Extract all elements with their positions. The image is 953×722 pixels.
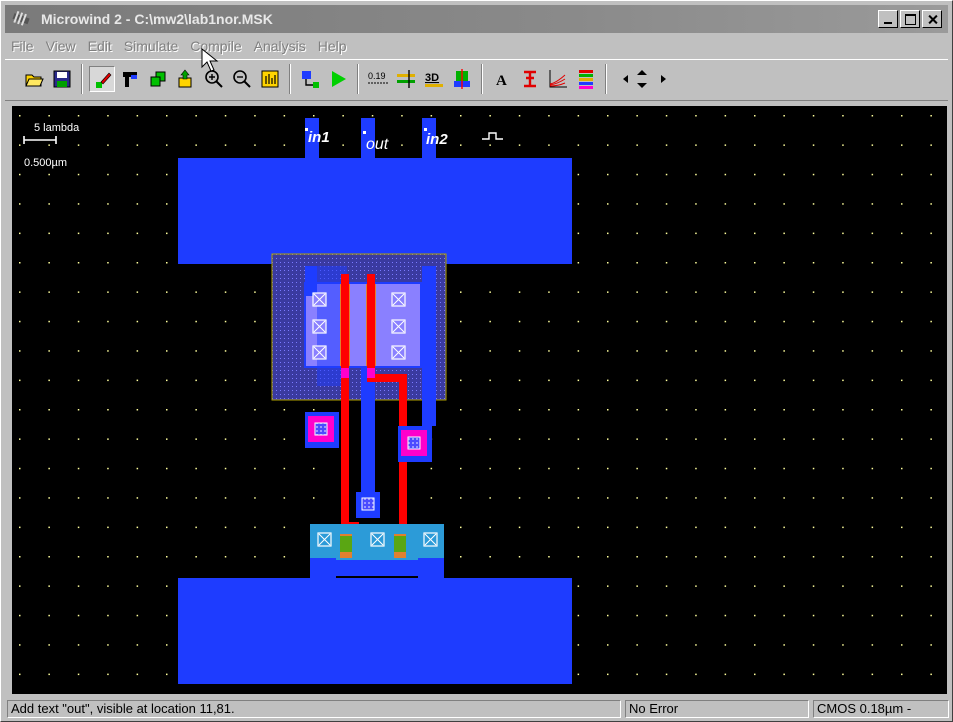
- save-icon[interactable]: [49, 66, 75, 92]
- connection-icon[interactable]: [517, 66, 543, 92]
- scale-micron-label: 0.500µm: [24, 157, 67, 169]
- open-folder-icon[interactable]: [21, 66, 47, 92]
- maximize-button[interactable]: [900, 10, 920, 28]
- mos-characteristics-icon[interactable]: [545, 66, 571, 92]
- menu-edit[interactable]: Edit: [82, 35, 118, 57]
- navigate-arrows-icon[interactable]: [617, 66, 677, 92]
- pmos-drain-metal[interactable]: [422, 266, 436, 426]
- move-icon[interactable]: [173, 66, 199, 92]
- menu-simulate[interactable]: Simulate: [118, 35, 184, 57]
- vss-metal-rail[interactable]: [178, 578, 572, 684]
- minimize-button[interactable]: [878, 10, 898, 28]
- status-bar: Add text "out", visible at location 11,8…: [5, 698, 950, 720]
- copy-icon[interactable]: [145, 66, 171, 92]
- close-button[interactable]: [922, 10, 942, 28]
- label-in2: in2: [426, 131, 448, 148]
- layout-canvas[interactable]: 5 lambda 0.500µm in1 out in2: [12, 106, 947, 694]
- status-message: Add text "out", visible at location 11,8…: [7, 700, 621, 718]
- label-out: out: [366, 136, 389, 153]
- menu-help[interactable]: Help: [312, 35, 353, 57]
- text-icon[interactable]: A: [489, 66, 515, 92]
- svg-text:0.19: 0.19: [368, 71, 386, 81]
- status-error: No Error: [625, 700, 809, 718]
- label-in1: in1: [308, 129, 330, 146]
- scale-lambda-label: 5 lambda: [34, 122, 80, 134]
- output-metal[interactable]: [361, 368, 375, 498]
- menu-view[interactable]: View: [40, 35, 82, 57]
- window-title: Microwind 2 - C:\mw2\lab1nor.MSK: [41, 11, 273, 27]
- menu-bar: File View Edit Simulate Compile Analysis…: [5, 35, 948, 57]
- vdd-metal-rail[interactable]: [178, 158, 572, 264]
- palette-icon[interactable]: [573, 66, 599, 92]
- microwind-app-icon: [12, 11, 30, 26]
- svg-text:3D: 3D: [425, 72, 439, 84]
- distance-icon[interactable]: [393, 66, 419, 92]
- window-controls: [876, 10, 942, 28]
- title-bar[interactable]: Microwind 2 - C:\mw2\lab1nor.MSK: [5, 5, 948, 33]
- run-simulation-icon[interactable]: [325, 66, 351, 92]
- add-contact-icon[interactable]: [117, 66, 143, 92]
- measure-icon[interactable]: 0.19: [365, 66, 391, 92]
- mouse-cursor-icon: [201, 48, 219, 72]
- draw-box-icon[interactable]: [89, 66, 115, 92]
- 3d-view-icon[interactable]: 3D: [421, 66, 447, 92]
- toolbar: 0.19 3D A: [5, 59, 948, 101]
- view-all-icon[interactable]: [257, 66, 283, 92]
- app-window: Microwind 2 - C:\mw2\lab1nor.MSK File Vi…: [0, 0, 953, 722]
- svg-text:A: A: [496, 73, 507, 89]
- menu-file[interactable]: File: [5, 35, 40, 57]
- zoom-out-icon[interactable]: [229, 66, 255, 92]
- status-technology: CMOS 0.18µm -: [813, 700, 949, 718]
- 2d-cut-icon[interactable]: [449, 66, 475, 92]
- menu-analysis[interactable]: Analysis: [248, 35, 312, 57]
- extract-icon[interactable]: [297, 66, 323, 92]
